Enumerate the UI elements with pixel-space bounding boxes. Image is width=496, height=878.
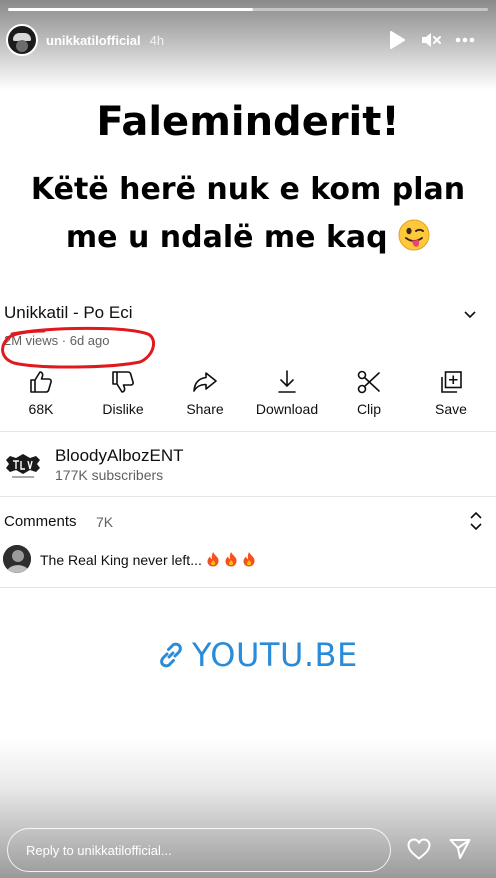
download-button[interactable]: Download: [246, 368, 328, 417]
save-button[interactable]: Save: [410, 368, 492, 417]
share-label: Share: [186, 401, 224, 417]
chevron-down-icon[interactable]: [462, 306, 478, 322]
story-username[interactable]: unikkatilofficial: [46, 33, 141, 48]
play-icon[interactable]: [386, 29, 408, 51]
thumbs-up-icon: [30, 371, 52, 393]
send-icon[interactable]: [448, 837, 472, 861]
comments-count: 7K: [96, 514, 114, 530]
comments-label[interactable]: Comments: [4, 513, 77, 530]
headline-line-2: Këtë herë nuk e kom plan: [30, 172, 466, 207]
fire-icon: [207, 552, 219, 567]
video-title[interactable]: Unikkatil - Po Eci: [4, 303, 132, 323]
top-comment-text: The Real King never left...: [40, 552, 202, 568]
save-label: Save: [435, 401, 467, 417]
fire-icon: [243, 552, 255, 567]
story-progress-bar: [8, 8, 488, 11]
like-count: 68K: [28, 401, 54, 417]
channel-name[interactable]: BloodyAlbozENT: [55, 446, 184, 466]
link-icon: [160, 642, 182, 668]
headline-line-3: me u ndalë me kaq: [65, 220, 388, 255]
divider: [0, 587, 496, 588]
top-comment: The Real King never left...: [40, 551, 256, 568]
divider: [0, 496, 496, 497]
red-annotation-circle: [1, 326, 156, 369]
fire-icon: [225, 552, 237, 567]
subscriber-count: 177K subscribers: [55, 467, 164, 483]
share-button[interactable]: Share: [164, 368, 246, 417]
heart-icon[interactable]: [406, 837, 432, 861]
headline-thanks: Faleminderit!: [96, 99, 400, 145]
download-label: Download: [255, 401, 319, 417]
story-header: unikkatilofficial 4h: [6, 22, 490, 58]
reply-input[interactable]: [7, 828, 391, 872]
link-sticker[interactable]: YOUTU.BE: [156, 636, 358, 674]
thumbs-down-icon: [112, 371, 134, 393]
dislike-button[interactable]: Dislike: [82, 368, 164, 417]
more-options-icon[interactable]: [454, 29, 476, 51]
video-meta: 2M views · 6d ago: [4, 333, 110, 348]
share-icon: [193, 372, 217, 392]
channel-row[interactable]: BloodyAlbozENT 177K subscribers: [0, 437, 496, 495]
clip-label: Clip: [356, 401, 382, 417]
divider: [0, 431, 496, 432]
like-button[interactable]: 68K: [0, 368, 82, 417]
video-actions-row: 68K Dislike Share Download Clip Save: [0, 368, 496, 417]
story-headline: Faleminderit! Këtë herë nuk e kom plan m…: [0, 98, 496, 262]
download-icon: [278, 370, 296, 393]
story-progress-fill: [8, 8, 253, 11]
dislike-label: Dislike: [102, 401, 144, 417]
save-playlist-icon: [441, 371, 462, 393]
commenter-avatar[interactable]: [3, 545, 31, 573]
winking-face-with-tongue-icon: [398, 219, 430, 251]
link-sticker-text[interactable]: YOUTU.BE: [192, 636, 358, 674]
story-time: 4h: [149, 32, 165, 48]
expand-collapse-icon[interactable]: [467, 511, 485, 531]
profile-avatar[interactable]: [6, 24, 38, 56]
muted-speaker-icon[interactable]: [420, 29, 442, 51]
scissors-icon: [357, 370, 380, 394]
clip-button[interactable]: Clip: [328, 368, 410, 417]
channel-logo[interactable]: [4, 446, 42, 484]
